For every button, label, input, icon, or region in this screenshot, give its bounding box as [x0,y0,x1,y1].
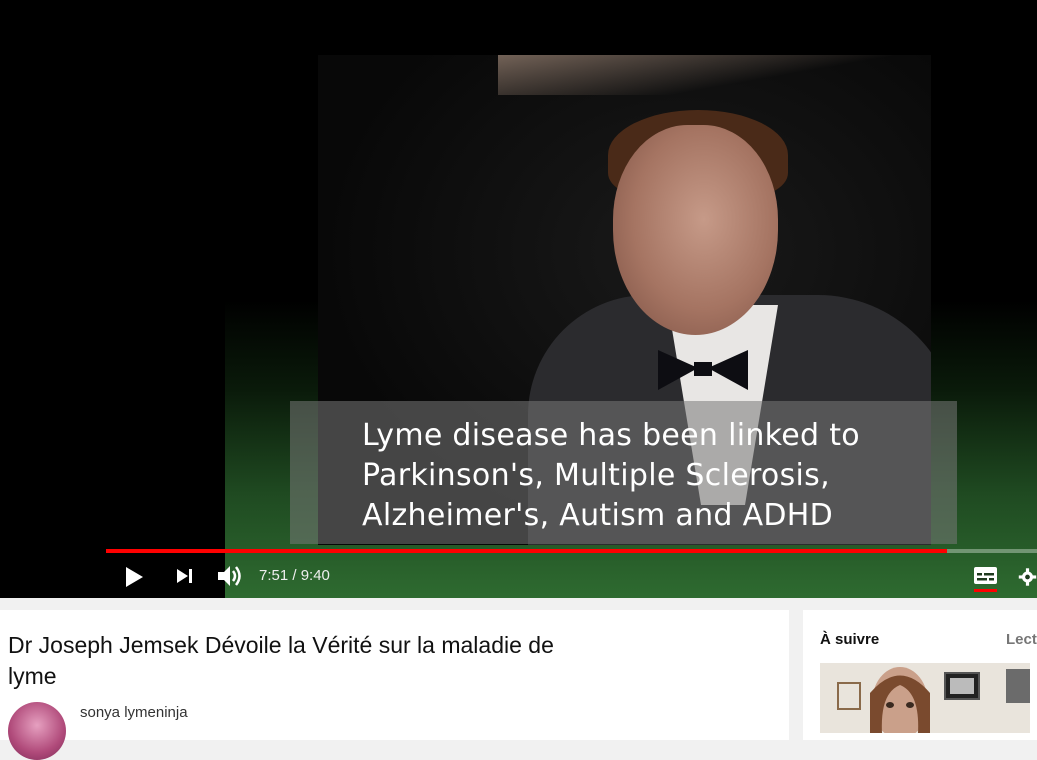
channel-avatar[interactable] [8,702,66,760]
gear-icon[interactable] [1018,565,1037,589]
subtitle-line: Alzheimer's, Autism and ADHD [362,498,834,533]
below-player: Dr Joseph Jemsek Dévoile la Vérité sur l… [0,598,1037,760]
progress-played [106,549,947,553]
stage-light [498,55,931,95]
bow-tie-icon [658,350,748,390]
thumbnail-image [820,663,1030,733]
subtitles-icon[interactable] [973,565,999,593]
video-info-card: Dr Joseph Jemsek Dévoile la Vérité sur l… [0,610,789,760]
up-next-label: À suivre [820,631,880,648]
video-title: Dr Joseph Jemsek Dévoile la Vérité sur l… [8,632,554,689]
video-player[interactable]: Lyme disease has been linked to Parkinso… [0,0,1037,598]
player-controls: 7:51 / 9:40 [0,555,1037,598]
volume-icon[interactable] [216,564,244,588]
next-icon[interactable] [176,568,194,584]
play-icon[interactable] [124,566,144,588]
time-display: 7:51 / 9:40 [259,567,330,584]
up-next-thumbnail[interactable] [820,663,1030,733]
subtitle-line: Parkinson's, Multiple Sclerosis, [362,458,830,493]
progress-bar[interactable] [106,549,1037,553]
speaker-face [613,125,778,335]
channel-name[interactable]: sonya lymeninja [80,704,188,721]
subtitle-line: Lyme disease has been linked to [362,418,860,453]
autoplay-label[interactable]: Lect [1006,631,1037,648]
up-next-panel: À suivre Lect [803,610,1037,740]
